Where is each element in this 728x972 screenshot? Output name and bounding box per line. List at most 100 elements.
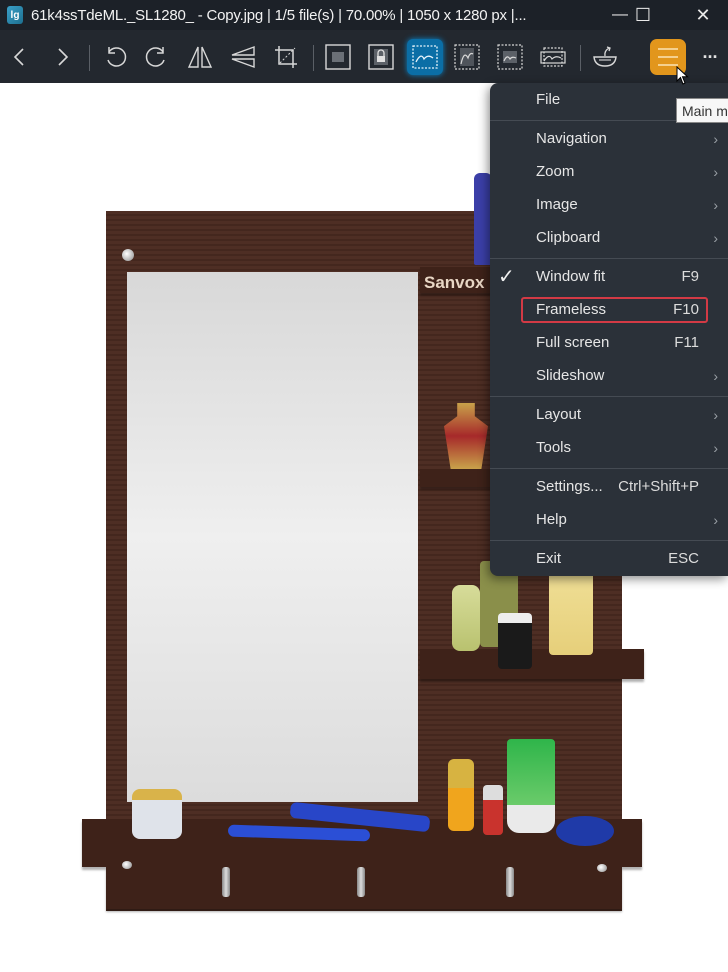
mounting-screw [122,249,134,261]
lock-zoom-button[interactable] [363,39,399,75]
more-icon: ··· [702,46,719,67]
title-bar: lg 61k4ssTdeML._SL1280_ - Copy.jpg | 1/5… [0,0,728,30]
menu-divider [490,468,728,469]
auto-zoom-button[interactable] [320,39,356,75]
previous-image-button[interactable] [2,39,38,75]
menu-item-help[interactable]: Help › [490,503,728,536]
lower-shelf [420,649,644,679]
menu-item-label: Zoom [536,163,575,180]
menu-item-tools[interactable]: Tools › [490,431,728,464]
chevron-right-icon: › [713,367,718,384]
chevron-right-icon [58,48,69,66]
maximize-button[interactable]: ☐ [620,0,666,30]
next-image-button[interactable] [44,39,80,75]
flip-horizontal-icon [187,46,213,68]
chevron-right-icon: › [713,130,718,147]
main-menu-tooltip: Main menu [676,98,728,123]
mirror-glass [127,272,418,802]
chevron-right-icon: › [713,439,718,456]
image-fill-icon [540,47,566,67]
menu-item-shortcut: F9 [681,268,699,285]
chevron-right-icon: › [713,229,718,246]
menu-item-image[interactable]: Image › [490,188,728,221]
main-menu-dropdown: File › Navigation › Zoom › Image › Clipboard… [490,83,728,576]
scale-to-width-button[interactable] [407,39,443,75]
menu-item-shortcut: ESC [668,550,699,567]
menu-item-layout[interactable]: Layout › [490,398,728,431]
rotate-right-button[interactable] [139,39,175,75]
mouse-cursor-icon [676,66,689,85]
checkmark-icon: ✓ [498,266,515,288]
scale-to-fill-button[interactable] [535,39,571,75]
menu-item-shortcut: Ctrl+Shift+P [618,478,699,495]
chevron-right-icon: › [713,511,718,528]
menu-item-label: Clipboard [536,229,601,246]
menu-item-label: Image [536,196,578,213]
image-lock-icon [368,44,394,70]
app-logo-icon: lg [7,6,23,24]
menu-divider [490,258,728,259]
crop-button[interactable] [268,39,304,75]
nail-polish [483,785,503,835]
serum-bottle [448,759,474,831]
menu-divider [490,540,728,541]
chevron-right-icon: › [713,406,718,423]
highlight-annotation-box [521,297,708,323]
window-title: 61k4ssTdeML._SL1280_ - Copy.jpg | 1/5 fi… [31,6,527,24]
menu-item-label: Window fit [536,268,606,285]
bowl-icon [593,46,617,67]
menu-item-shortcut: F11 [674,334,699,351]
toolbar-divider [313,45,314,71]
menu-item-navigation[interactable]: Navigation › [490,122,728,155]
cream-jar [498,613,532,669]
menu-item-label: Full screen [536,334,610,351]
menu-item-label: Navigation [536,130,607,147]
menu-item-label: Tools [536,439,572,456]
menu-item-label: Help [536,511,567,528]
mounting-screw [122,861,132,869]
oil-bottle [452,585,480,651]
image-fit-icon [497,44,523,70]
nivea-tin [556,816,614,846]
maximize-icon: ☐ [634,4,652,25]
flip-vertical-icon [231,46,255,68]
chevron-left-icon [13,48,24,66]
cream-jar-gold [132,789,182,839]
more-options-button[interactable]: ··· [692,39,728,75]
crop-icon [275,46,297,68]
menu-item-label: Layout [536,406,582,423]
menu-item-label: Settings... [536,478,603,495]
face-wash-tube [507,739,555,833]
hook [222,867,230,897]
menu-item-exit[interactable]: Exit ESC [490,542,728,575]
menu-item-slideshow[interactable]: Slideshow › [490,359,728,392]
image-icon [325,44,351,70]
scale-to-height-button[interactable] [449,39,485,75]
scale-to-fit-button[interactable] [492,39,528,75]
hook [506,867,514,897]
mounting-screw [597,864,607,872]
menu-item-zoom[interactable]: Zoom › [490,155,728,188]
image-height-icon [454,44,480,70]
toolbar-divider [89,45,90,71]
image-width-icon [412,45,438,69]
menu-item-label: Exit [536,550,562,567]
rotate-left-button[interactable] [97,39,133,75]
brand-label: Sanvox [424,273,485,292]
menu-item-settings[interactable]: Settings... Ctrl+Shift+P [490,470,728,503]
flip-vertical-button[interactable] [225,39,261,75]
chevron-right-icon: › [713,163,718,180]
rotate-left-icon [107,47,127,67]
menu-item-label: File [536,91,561,108]
hook [357,867,365,897]
menu-item-full-screen[interactable]: Full screen F11 [490,326,728,359]
close-button[interactable]: ✕ [680,0,726,30]
rotate-right-icon [145,47,165,67]
checkerboard-button[interactable] [587,39,623,75]
middle-shelf [420,469,496,487]
menu-item-window-fit[interactable]: ✓ Window fit F9 [490,260,728,293]
menu-item-clipboard[interactable]: Clipboard › [490,221,728,254]
toolbar: ··· [0,30,728,83]
menu-divider [490,396,728,397]
flip-horizontal-button[interactable] [182,39,218,75]
